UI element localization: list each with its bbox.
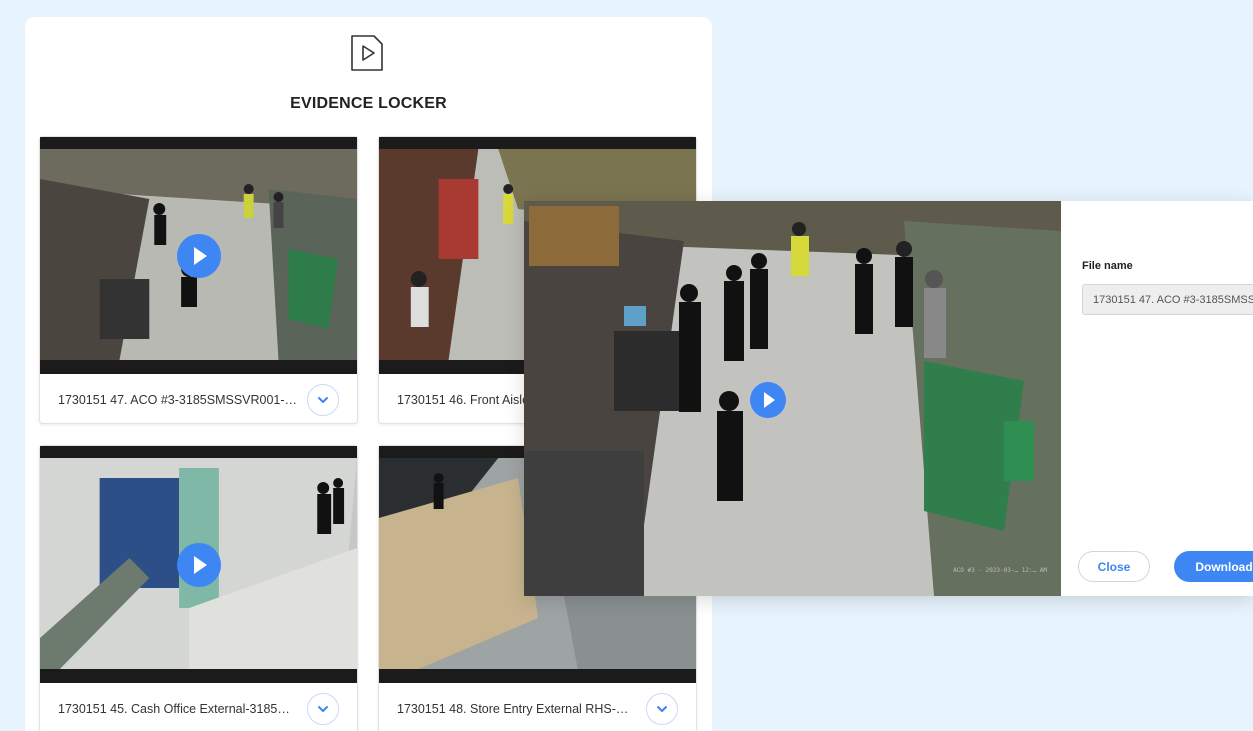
download-button[interactable]: Download [1174,551,1253,582]
card-footer: 1730151 48. Store Entry External RHS-… [379,683,696,731]
cctv-checkout-image [524,201,1061,596]
play-button[interactable] [177,234,221,278]
card-footer: 1730151 47. ACO #3-3185SMSSVR001-… [40,374,357,425]
video-thumbnail[interactable] [40,137,357,374]
video-title: 1730151 48. Store Entry External RHS-… [397,701,629,716]
video-preview-modal: ACO #3 - 2023-03-… 12:… AM File name 173… [524,201,1253,596]
expand-button[interactable] [307,383,339,416]
play-file-icon [351,35,383,71]
play-button[interactable] [750,382,786,418]
chevron-down-icon [657,705,667,712]
video-timestamp: ACO #3 - 2023-03-… 12:… AM [953,567,1047,574]
chevron-down-icon [318,705,328,712]
video-card[interactable]: 1730151 45. Cash Office External-3185… [39,445,358,731]
page-title: EVIDENCE LOCKER [290,95,447,112]
expand-button[interactable] [646,692,678,725]
play-button[interactable] [177,543,221,587]
video-thumbnail[interactable] [40,446,357,683]
video-player[interactable]: ACO #3 - 2023-03-… 12:… AM [524,201,1061,596]
file-name-label: File name [1082,260,1133,272]
close-button[interactable]: Close [1078,551,1150,582]
chevron-down-icon [318,396,328,403]
video-title: 1730151 45. Cash Office External-3185… [58,701,290,716]
card-footer: 1730151 45. Cash Office External-3185… [40,683,357,731]
video-title: 1730151 47. ACO #3-3185SMSSVR001-… [58,392,298,407]
expand-button[interactable] [307,692,339,725]
file-name-field[interactable]: 1730151 47. ACO #3-3185SMSSVR001 [1082,284,1253,315]
video-card[interactable]: 1730151 47. ACO #3-3185SMSSVR001-… [39,136,358,424]
